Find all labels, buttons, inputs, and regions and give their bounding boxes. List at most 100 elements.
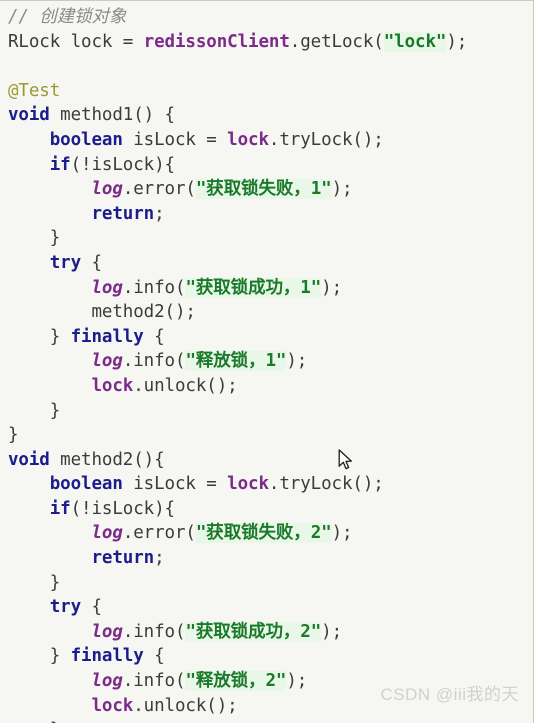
code-token-pln: .info( xyxy=(122,351,186,372)
code-token-pln: .info( xyxy=(122,621,186,642)
code-token-str: "释放锁，1" xyxy=(185,351,287,372)
code-line[interactable]: } xyxy=(8,571,533,596)
code-token-pln: } xyxy=(49,228,61,249)
code-line[interactable]: method2(); xyxy=(8,300,533,325)
code-token-kw: return xyxy=(91,548,155,569)
code-line[interactable]: try { xyxy=(8,595,533,620)
code-line[interactable]: log.info("释放锁，1"); xyxy=(8,349,533,374)
code-line[interactable]: } xyxy=(8,718,533,723)
code-token-pln: .info( xyxy=(122,277,186,298)
code-token-fld: lock xyxy=(227,129,269,150)
code-line[interactable]: if(!isLock){ xyxy=(8,153,533,178)
code-line[interactable]: // 创建锁对象 xyxy=(8,5,533,30)
code-token-kw: try xyxy=(49,597,82,618)
code-token-fldi: log xyxy=(91,523,123,544)
code-token-pln: ); xyxy=(321,277,343,298)
code-line[interactable]: } xyxy=(8,399,533,424)
code-token-pln: ); xyxy=(286,671,308,692)
code-token-pln: .tryLock(); xyxy=(268,474,384,495)
code-token-str: "释放锁，2" xyxy=(185,671,287,692)
code-token-fld: lock xyxy=(227,474,269,495)
code-token-kw: try xyxy=(49,252,82,273)
code-token-pln: (!isLock){ xyxy=(70,154,175,175)
code-line[interactable]: } xyxy=(8,226,533,251)
code-line[interactable]: try { xyxy=(8,251,533,276)
code-token-pln: } xyxy=(49,400,61,421)
code-token-str: "获取锁成功，1" xyxy=(185,277,322,298)
code-token-pln: isLock = xyxy=(122,474,228,495)
code-token-kw: return xyxy=(91,203,155,224)
code-line[interactable]: RLock lock = redissonClient.getLock("loc… xyxy=(8,30,533,55)
code-token-kw: finally xyxy=(70,326,144,347)
code-token-pln: method2(); xyxy=(91,302,196,323)
code-token-pln: .info( xyxy=(122,671,186,692)
code-line[interactable]: boolean isLock = lock.tryLock(); xyxy=(8,128,533,153)
code-token-pln: .error( xyxy=(122,523,196,544)
code-token-pln: ; xyxy=(154,203,165,224)
code-line[interactable]: log.info("获取锁成功，2"); xyxy=(8,620,533,645)
code-line[interactable]: void method2(){ xyxy=(8,448,533,473)
code-token-pln: ); xyxy=(331,179,353,200)
code-line[interactable]: @Test xyxy=(8,79,533,104)
code-token-str: "获取锁失败，2" xyxy=(195,523,332,544)
code-token-pln: ; xyxy=(154,548,165,569)
code-token-pln: ); xyxy=(331,523,353,544)
code-line[interactable]: log.info("获取锁成功，1"); xyxy=(8,276,533,301)
code-line[interactable]: lock.unlock(); xyxy=(8,374,533,399)
code-token-pln: ); xyxy=(321,621,343,642)
code-line[interactable] xyxy=(8,54,533,79)
code-line[interactable]: return; xyxy=(8,202,533,227)
code-token-kw: void xyxy=(8,449,50,470)
code-line[interactable]: log.error("获取锁失败，2"); xyxy=(8,521,533,546)
code-line[interactable]: } xyxy=(8,423,533,448)
code-line[interactable]: } finally { xyxy=(8,325,533,350)
code-token-pln: .tryLock(); xyxy=(268,129,384,150)
code-token-pln: ); xyxy=(286,351,308,372)
csdn-watermark: CSDN @iii我的天 xyxy=(380,685,519,704)
code-token-fldi: log xyxy=(91,351,123,372)
code-token-cmt: // 创建锁对象 xyxy=(8,7,127,27)
code-line[interactable]: void method1() { xyxy=(8,103,533,128)
code-editor-content[interactable]: // 创建锁对象 RLock lock = redissonClient.getL… xyxy=(0,5,533,723)
code-token-pln: } xyxy=(8,425,19,446)
code-token-str: "获取锁失败，1" xyxy=(195,179,332,200)
code-line[interactable]: } finally { xyxy=(8,644,533,669)
code-line[interactable]: if(!isLock){ xyxy=(8,497,533,522)
code-token-fldi: log xyxy=(91,179,123,200)
code-token-str: "lock" xyxy=(383,31,447,52)
code-token-pln: .getLock( xyxy=(289,31,384,52)
code-token-pln: isLock = xyxy=(122,129,228,150)
code-token-fldi: log xyxy=(91,621,123,642)
code-token-pln: { xyxy=(143,326,165,347)
code-token-fld: redissonClient xyxy=(143,31,290,52)
code-line[interactable]: boolean isLock = lock.tryLock(); xyxy=(8,472,533,497)
code-token-pln: (!isLock){ xyxy=(70,498,175,519)
code-token-pln: .error( xyxy=(122,179,196,200)
code-token-pln: method2(){ xyxy=(49,449,165,470)
code-line[interactable]: return; xyxy=(8,546,533,571)
code-token-pln: } xyxy=(49,572,61,593)
code-token-kw: finally xyxy=(70,646,144,667)
code-token-fldi: log xyxy=(91,671,123,692)
code-line[interactable]: log.error("获取锁失败，1"); xyxy=(8,177,533,202)
code-token-ann: @Test xyxy=(8,80,61,101)
code-token-kw: boolean xyxy=(49,474,123,495)
code-token-pln: } xyxy=(49,646,71,667)
